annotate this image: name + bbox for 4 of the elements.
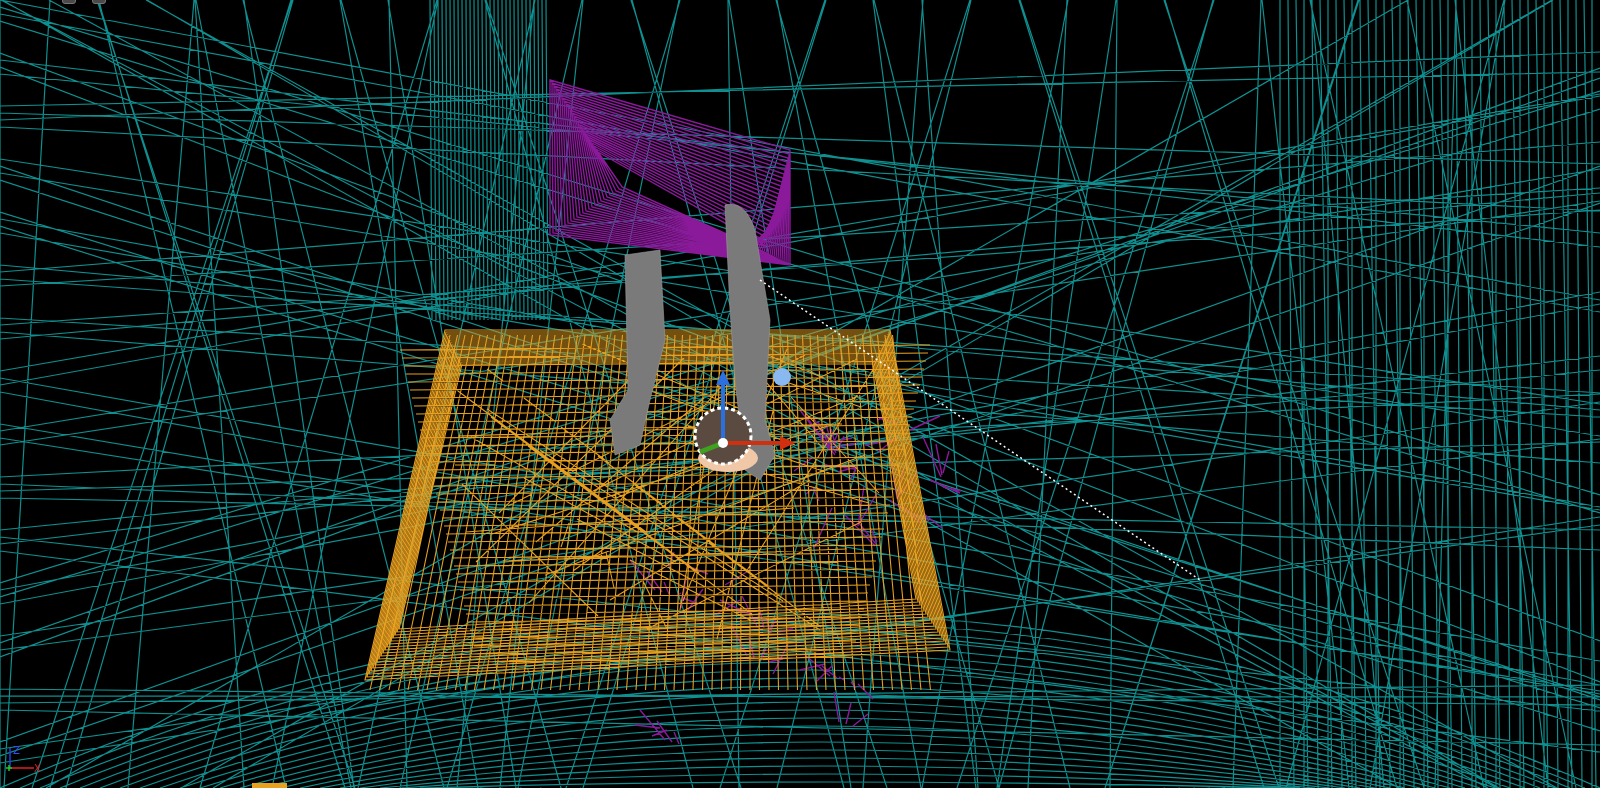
transform-gizmo-drawing[interactable]	[693, 368, 795, 472]
axis-label: X	[34, 763, 41, 774]
desk-edge-drawing	[252, 783, 287, 788]
axis-label: Z	[13, 745, 20, 756]
